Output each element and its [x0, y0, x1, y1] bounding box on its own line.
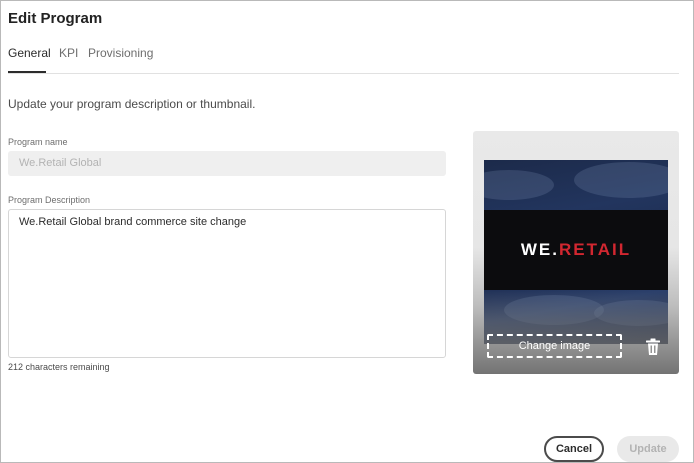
characters-remaining: 212 characters remaining — [8, 362, 110, 372]
program-name-label: Program name — [8, 137, 68, 147]
tab-general[interactable]: General — [8, 46, 51, 60]
trash-icon[interactable] — [645, 338, 661, 356]
tab-provisioning[interactable]: Provisioning — [88, 46, 153, 60]
update-button[interactable]: Update — [617, 436, 679, 462]
program-name-field: We.Retail Global — [8, 151, 446, 176]
thumbnail-panel: WE.RETAIL Change image — [473, 131, 679, 374]
program-description-label: Program Description — [8, 195, 91, 205]
tab-kpi[interactable]: KPI — [59, 46, 78, 60]
cancel-button[interactable]: Cancel — [544, 436, 604, 462]
program-description-field[interactable]: We.Retail Global brand commerce site cha… — [8, 209, 446, 358]
dialog-title: Edit Program — [8, 10, 103, 27]
cloud-shape — [574, 162, 668, 198]
intro-text: Update your program description or thumb… — [8, 97, 256, 111]
logo-band: WE.RETAIL — [484, 210, 668, 290]
thumbnail-image: WE.RETAIL — [484, 160, 668, 344]
cloud-shape — [484, 170, 554, 200]
change-image-button[interactable]: Change image — [487, 334, 622, 358]
edit-program-dialog: Edit Program General KPI Provisioning Up… — [0, 0, 694, 463]
we-retail-logo: WE.RETAIL — [520, 240, 632, 259]
tabs-divider — [8, 73, 679, 74]
